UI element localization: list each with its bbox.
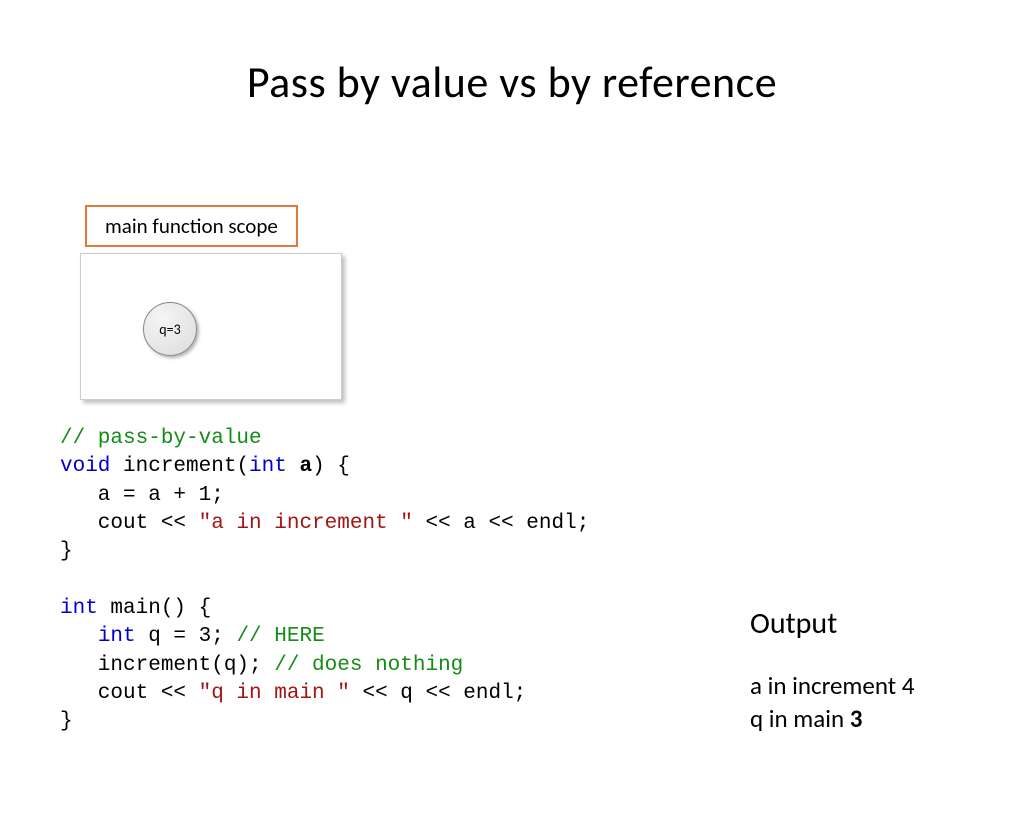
variable-circle: q=3	[143, 302, 197, 356]
code-keyword: int	[249, 455, 287, 478]
code-text: }	[60, 540, 73, 563]
code-string: "q in main "	[199, 682, 350, 705]
output-value: 4	[902, 670, 915, 701]
output-value: 3	[850, 703, 863, 734]
code-text	[60, 625, 98, 648]
output-heading: Output	[750, 605, 914, 642]
code-keyword: int	[60, 597, 98, 620]
scope-box: q=3	[80, 253, 342, 400]
code-text: }	[60, 710, 73, 733]
scope-label: main function scope	[85, 205, 298, 247]
code-text: cout <<	[60, 512, 199, 535]
code-text: main() {	[98, 597, 211, 620]
code-param: a	[299, 455, 312, 478]
code-text: q = 3;	[136, 625, 237, 648]
output-line: q in main 3	[750, 703, 914, 736]
code-string: "a in increment "	[199, 512, 413, 535]
code-comment: // does nothing	[274, 654, 463, 677]
output-line: a in increment 4	[750, 670, 914, 703]
code-text: increment(q);	[60, 654, 274, 677]
code-text: a = a + 1;	[60, 484, 224, 507]
slide-title: Pass by value vs by reference	[0, 55, 1024, 109]
code-keyword: void	[60, 455, 110, 478]
output-text: q in main	[750, 703, 850, 734]
code-comment: // HERE	[236, 625, 324, 648]
code-block: // pass-by-value void increment(int a) {…	[60, 425, 589, 737]
code-comment: // pass-by-value	[60, 427, 262, 450]
code-text: << a << endl;	[413, 512, 589, 535]
code-text: ) {	[312, 455, 350, 478]
output-text: a in increment	[750, 670, 902, 701]
output-block: Output a in increment 4 q in main 3	[750, 605, 914, 735]
code-text: cout <<	[60, 682, 199, 705]
code-text: << q << endl;	[350, 682, 526, 705]
code-text: increment(	[110, 455, 249, 478]
code-keyword: int	[98, 625, 136, 648]
code-text	[287, 455, 300, 478]
